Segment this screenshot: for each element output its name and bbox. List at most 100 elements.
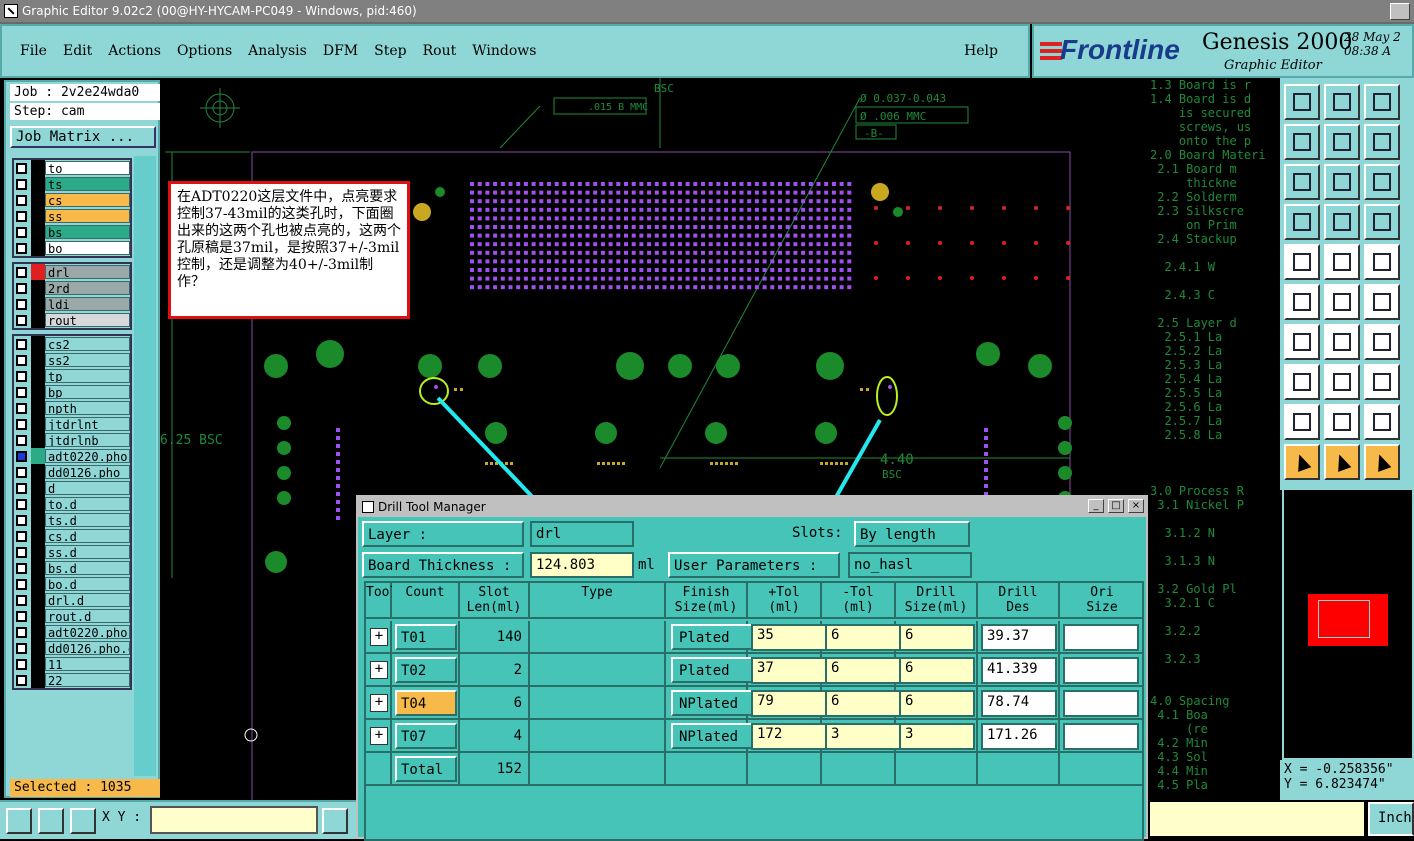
line-icon[interactable] xyxy=(1284,324,1320,360)
layer-checkbox[interactable] xyxy=(16,298,27,310)
ntol-input[interactable]: 3 xyxy=(899,723,975,750)
scale-1-2-icon[interactable] xyxy=(1364,164,1400,200)
info-button[interactable] xyxy=(322,808,348,834)
grid-button[interactable] xyxy=(70,808,96,834)
xy-input[interactable] xyxy=(150,806,318,834)
layer-checkbox[interactable] xyxy=(16,594,27,606)
expand-row-button[interactable]: + xyxy=(370,694,388,712)
dimension-icon[interactable] xyxy=(1364,364,1400,400)
tool-button[interactable]: T04 xyxy=(395,690,457,716)
layer-checkbox[interactable] xyxy=(16,466,27,478)
polygon-icon[interactable] xyxy=(1324,244,1360,280)
layer-checkbox[interactable] xyxy=(16,338,27,350)
drill-size-field[interactable]: 39.37 xyxy=(981,624,1057,651)
layer-row[interactable]: cs xyxy=(14,192,130,208)
layer-row[interactable]: ss xyxy=(14,208,130,224)
layer-row[interactable]: bp xyxy=(14,384,130,400)
expand-row-button[interactable]: + xyxy=(370,727,388,745)
layer-checkbox[interactable] xyxy=(16,354,27,366)
snap-point-icon[interactable] xyxy=(1284,364,1320,400)
layer-row[interactable]: rout xyxy=(14,312,130,328)
overview-map[interactable] xyxy=(1282,488,1414,760)
layer-row[interactable]: bs.d xyxy=(14,560,130,576)
line-red-icon[interactable] xyxy=(1324,364,1360,400)
layer-row[interactable]: rout.d xyxy=(14,608,130,624)
layer-row[interactable]: to xyxy=(14,160,130,176)
layer-row[interactable]: ss2 xyxy=(14,352,130,368)
layer-row[interactable]: jtdrlnb xyxy=(14,432,130,448)
layer-checkbox[interactable] xyxy=(16,658,27,670)
layer-checkbox[interactable] xyxy=(16,242,27,254)
layer-row[interactable]: 22 xyxy=(14,672,130,688)
menu-edit[interactable]: Edit xyxy=(63,43,92,59)
layer-checkbox[interactable] xyxy=(16,626,27,638)
tool-button[interactable]: T02 xyxy=(395,657,457,683)
finish-input[interactable]: 79 xyxy=(751,690,827,717)
ntol-input[interactable]: 6 xyxy=(899,624,975,651)
layer-checkbox[interactable] xyxy=(16,642,27,654)
layers-icon[interactable] xyxy=(1364,204,1400,240)
layer-row[interactable]: ss.d xyxy=(14,544,130,560)
drill-size-field[interactable]: 41.339 xyxy=(981,657,1057,684)
layer-row[interactable]: dd0126.pho xyxy=(14,464,130,480)
layer-checkbox[interactable] xyxy=(16,546,27,558)
measure-button[interactable] xyxy=(38,808,64,834)
ptol-input[interactable]: 3 xyxy=(825,723,901,750)
ptol-input[interactable]: 6 xyxy=(825,624,901,651)
layer-checkbox[interactable] xyxy=(16,482,27,494)
menu-help[interactable]: Help xyxy=(964,43,998,59)
job-matrix-button[interactable]: Job Matrix ... xyxy=(10,126,156,148)
layer-row[interactable]: 2rd xyxy=(14,280,130,296)
layer-row[interactable]: ts.d xyxy=(14,512,130,528)
arch-icon[interactable] xyxy=(1364,404,1400,440)
arc-icon[interactable] xyxy=(1364,324,1400,360)
units-button[interactable]: Inch xyxy=(1368,802,1414,836)
layer-checkbox[interactable] xyxy=(16,434,27,446)
layer-row[interactable]: bo xyxy=(14,240,130,256)
layer-checkbox[interactable] xyxy=(16,674,27,686)
layer-field[interactable]: drl xyxy=(530,521,634,547)
pad-icon[interactable] xyxy=(1284,244,1320,280)
layer-row[interactable]: bs xyxy=(14,224,130,240)
expand-row-button[interactable]: + xyxy=(370,628,388,646)
move-down-icon[interactable] xyxy=(1324,84,1360,120)
layer-checkbox[interactable] xyxy=(16,610,27,622)
tool-button[interactable]: T07 xyxy=(395,723,457,749)
fit-icon[interactable] xyxy=(1284,164,1320,200)
finish-input[interactable]: 37 xyxy=(751,657,827,684)
ntol-input[interactable]: 6 xyxy=(899,657,975,684)
drill-size-field[interactable]: 78.74 xyxy=(981,690,1057,717)
select-arrow-icon[interactable] xyxy=(1284,444,1320,480)
layer-row[interactable]: dd0126.pho.c xyxy=(14,640,130,656)
layer-row[interactable]: jtdrlnt xyxy=(14,416,130,432)
layer-row[interactable]: cs2 xyxy=(14,336,130,352)
layer-row[interactable]: ts xyxy=(14,176,130,192)
select-box-icon[interactable] xyxy=(1324,444,1360,480)
undo-icon[interactable] xyxy=(1364,124,1400,160)
line-alt-icon[interactable] xyxy=(1324,324,1360,360)
layer-checkbox[interactable] xyxy=(16,226,27,238)
layer-checkbox[interactable] xyxy=(16,530,27,542)
ptol-input[interactable]: 6 xyxy=(825,657,901,684)
slots-select[interactable]: By length xyxy=(854,521,970,547)
layer-checkbox[interactable] xyxy=(16,282,27,294)
ptol-input[interactable]: 6 xyxy=(825,690,901,717)
user-params-field[interactable]: no_hasl xyxy=(848,552,972,578)
layer-checkbox[interactable] xyxy=(16,514,27,526)
menu-dfm[interactable]: DFM xyxy=(323,43,358,59)
connect-icon[interactable] xyxy=(1284,284,1320,320)
layer-checkbox[interactable] xyxy=(16,194,27,206)
layer-row[interactable]: drl.d xyxy=(14,592,130,608)
layer-checkbox[interactable] xyxy=(16,450,27,462)
home-icon[interactable] xyxy=(1364,84,1400,120)
menu-analysis[interactable]: Analysis xyxy=(248,43,307,59)
dialog-close-button[interactable]: × xyxy=(1128,499,1144,513)
menu-options[interactable]: Options xyxy=(177,43,232,59)
triangle-icon[interactable] xyxy=(1284,404,1320,440)
drill-size-field[interactable]: 171.26 xyxy=(981,723,1057,750)
snap-left-icon[interactable] xyxy=(1284,124,1320,160)
dialog-maximize-button[interactable]: □ xyxy=(1108,499,1124,513)
move-up-icon[interactable] xyxy=(1284,84,1320,120)
layer-scrollbar[interactable] xyxy=(134,156,156,776)
layer-checkbox[interactable] xyxy=(16,266,27,278)
